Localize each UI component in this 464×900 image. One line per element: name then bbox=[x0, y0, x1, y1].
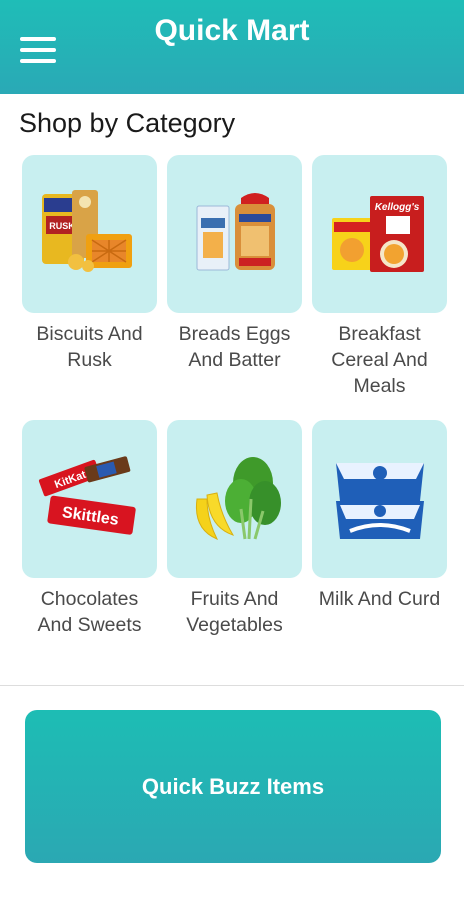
category-biscuits-and-rusk[interactable]: RUSK Biscuits And Rusk bbox=[22, 155, 157, 373]
category-label: Fruits And Vegetables bbox=[186, 588, 283, 636]
biscuits-rusk-image: RUSK bbox=[41, 190, 132, 272]
category-fruits-and-vegetables[interactable]: Fruits And Vegetables bbox=[167, 420, 302, 638]
category-label: Milk And Curd bbox=[318, 588, 441, 610]
section-title: Shop by Category bbox=[19, 108, 236, 138]
svg-text:RUSK: RUSK bbox=[49, 221, 75, 231]
category-tile[interactable] bbox=[167, 420, 302, 578]
cereal-noodles-image: Kellogg's bbox=[331, 196, 424, 272]
category-breads-eggs-and-batter[interactable]: Breads Eggs And Batter bbox=[167, 155, 302, 373]
category-chocolates-and-sweets[interactable]: KitKat Skittles Chocolates And Sweets bbox=[22, 420, 157, 638]
svg-text:Kellogg's: Kellogg's bbox=[374, 202, 419, 213]
category-milk-and-curd[interactable]: Milk And Curd bbox=[312, 420, 447, 612]
category-tile[interactable] bbox=[167, 155, 302, 313]
quick-buzz-items-label: Quick Buzz Items bbox=[141, 773, 325, 799]
milk-packets-image bbox=[335, 463, 424, 539]
category-tile[interactable]: KitKat Skittles bbox=[22, 420, 157, 578]
banana-spinach-image bbox=[195, 457, 281, 540]
bread-eggs-image bbox=[196, 193, 275, 271]
category-label: Breads Eggs And Batter bbox=[178, 323, 291, 371]
app-title: Quick Mart bbox=[154, 14, 310, 47]
category-tile[interactable]: RUSK bbox=[22, 155, 157, 313]
category-breakfast-cereal-and-meals[interactable]: Kellogg's Breakfast Cereal And Meals bbox=[312, 155, 447, 399]
app-bar: Quick Mart bbox=[0, 0, 464, 94]
category-label: Biscuits And Rusk bbox=[36, 323, 143, 371]
chocolates-image: KitKat Skittles bbox=[38, 456, 136, 535]
category-tile[interactable] bbox=[312, 420, 447, 578]
divider bbox=[0, 685, 464, 686]
category-tile[interactable]: Kellogg's bbox=[312, 155, 447, 313]
category-label: Chocolates And Sweets bbox=[37, 588, 142, 636]
quick-buzz-items-button[interactable]: Quick Buzz Items bbox=[25, 710, 441, 863]
category-label: Breakfast Cereal And Meals bbox=[331, 323, 428, 397]
